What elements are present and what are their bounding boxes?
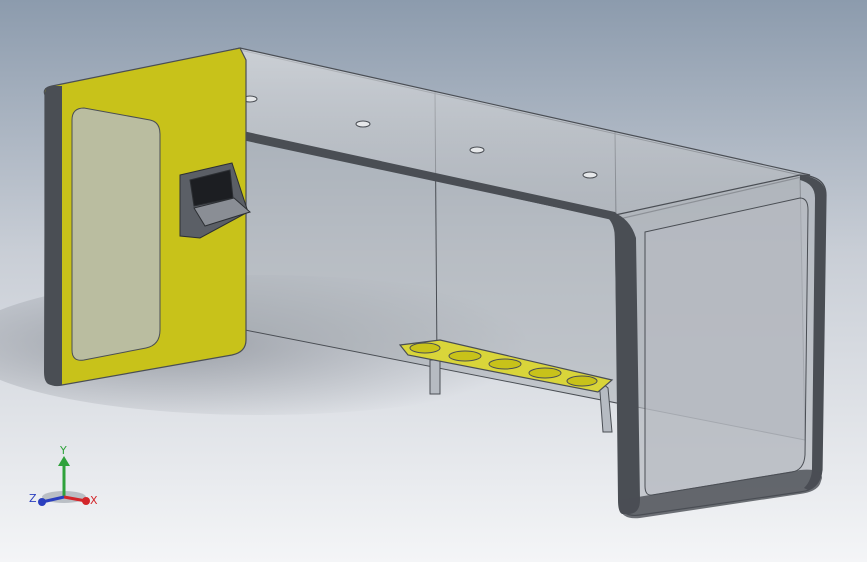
- 3d-viewport[interactable]: Y X Z: [0, 0, 867, 562]
- triad-z-cap: [38, 498, 46, 506]
- bench-seat-3: [488, 358, 522, 370]
- bench-seat-1: [409, 342, 441, 354]
- left-frame-edge: [44, 86, 62, 385]
- triad-x-cap: [82, 497, 90, 505]
- triad-y-label: Y: [59, 444, 67, 457]
- left-frame-opening: [71, 107, 161, 361]
- right-frame-opening: [644, 197, 809, 496]
- bench-seat-4: [528, 367, 562, 379]
- bench-leg-left: [429, 359, 441, 395]
- model-canvas[interactable]: Y X Z: [0, 0, 867, 562]
- triad-x-label: X: [90, 494, 98, 507]
- bench-seat-5: [566, 375, 598, 387]
- triad-z-label: Z: [29, 492, 37, 505]
- roof-light-4: [582, 171, 598, 179]
- roof-light-3: [469, 146, 485, 154]
- roof-light-2: [355, 120, 371, 128]
- bench-seat-2: [448, 350, 482, 362]
